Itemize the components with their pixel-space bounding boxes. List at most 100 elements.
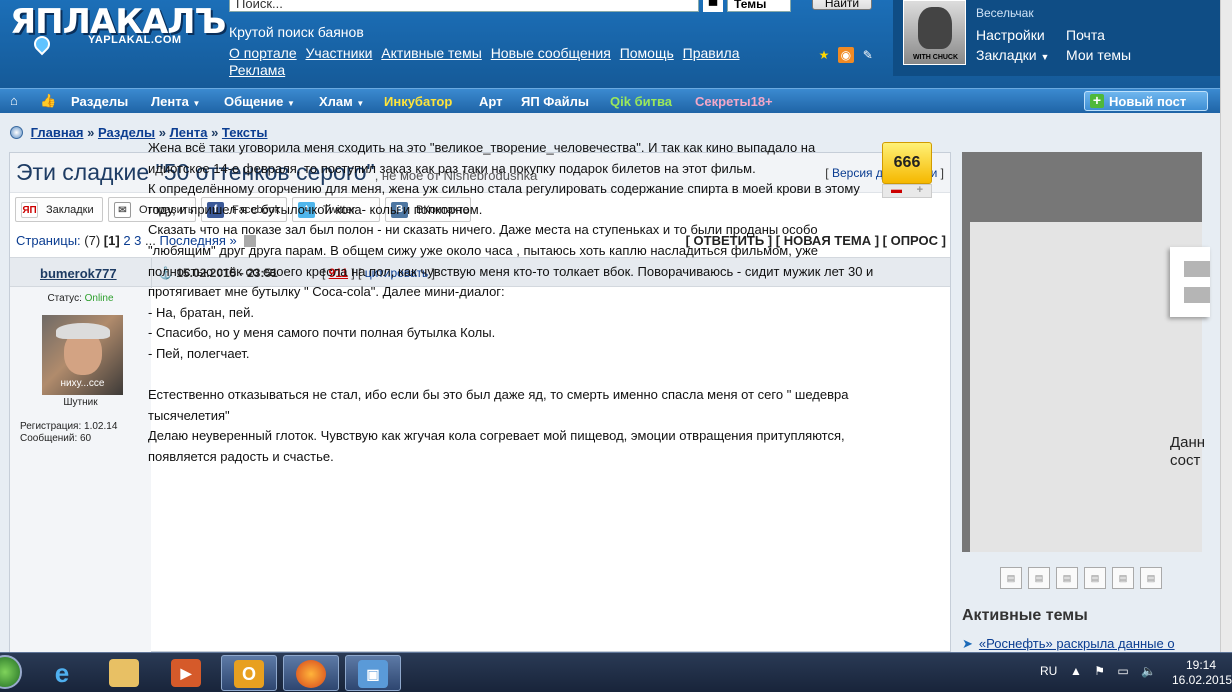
post-paragraph: Сказать что на показе зал был полон - ни… xyxy=(148,222,877,300)
link-active-topics[interactable]: Активные темы xyxy=(381,45,482,61)
folder-icon xyxy=(109,659,139,687)
new-post-button[interactable]: + Новый пост xyxy=(1084,91,1208,111)
link-about[interactable]: О портале xyxy=(229,45,297,61)
nav-communication[interactable]: Общение ▼ xyxy=(224,94,295,109)
user-avatar[interactable]: WITH CHUCK xyxy=(903,0,966,65)
search-scope-select[interactable]: Темы xyxy=(727,0,791,12)
page-current: [1] xyxy=(103,233,120,248)
image-icon[interactable]: ▤ xyxy=(1140,567,1162,589)
mail-link[interactable]: Почта xyxy=(1066,27,1105,43)
header: ЯПЛАКАЛЪ YAPLAKAL.COM Поиск... ◼ Темы На… xyxy=(0,0,1232,88)
crumb-home[interactable]: Главная xyxy=(31,125,84,140)
ad-card xyxy=(1170,247,1210,317)
page-2-link[interactable]: 2 xyxy=(123,233,130,248)
caret-down-icon: ▼ xyxy=(356,99,365,108)
link-rules[interactable]: Правила xyxy=(683,45,740,61)
link-members[interactable]: Участники xyxy=(306,45,373,61)
rating-plus-button[interactable]: + xyxy=(917,184,923,196)
nav-incubator[interactable]: Инкубатор xyxy=(384,94,452,109)
tagline: Крутой поиск баянов xyxy=(229,24,364,40)
my-topics-link[interactable]: Мои темы xyxy=(1066,47,1131,63)
ad-banner[interactable]: Данн сост xyxy=(962,152,1210,552)
search-button[interactable]: Найти xyxy=(812,0,872,10)
image-icon[interactable]: ▤ xyxy=(1028,567,1050,589)
firefox-icon xyxy=(296,660,326,688)
network-tray-icon[interactable]: ▭ xyxy=(1117,664,1128,678)
flag-icon[interactable]: ⚑ xyxy=(1094,664,1105,678)
settings-link[interactable]: Настройки xyxy=(976,27,1045,43)
caret-down-icon: ▼ xyxy=(1040,52,1050,62)
author-status: Статус: Online xyxy=(47,293,114,304)
caret-down-icon: ▼ xyxy=(192,99,201,108)
site-logo[interactable]: ЯПЛАКАЛЪ YAPLAKAL.COM xyxy=(10,2,226,56)
caret-down-icon: ▼ xyxy=(287,99,295,108)
pages-label[interactable]: Страницы: xyxy=(16,233,81,248)
post-rating: 666 ▬ + xyxy=(882,142,932,199)
share-bookmarks-button[interactable]: ЯП Закладки xyxy=(15,197,103,222)
nav-secrets[interactable]: Секреты18+ xyxy=(695,94,773,109)
link-new-messages[interactable]: Новые сообщения xyxy=(491,45,611,61)
post-paragraph xyxy=(148,365,878,386)
nav-sections[interactable]: Разделы xyxy=(71,94,128,109)
keyboard-language[interactable]: RU xyxy=(1040,664,1057,678)
link-ads[interactable]: Реклама xyxy=(229,62,285,78)
image-icon[interactable]: ▤ xyxy=(1000,567,1022,589)
post-paragraph: - На, братан, пей. xyxy=(148,304,254,320)
start-button[interactable] xyxy=(0,655,22,689)
like-icon[interactable]: 👍 xyxy=(40,93,56,109)
taskbar-explorer[interactable] xyxy=(97,655,153,691)
clock[interactable]: 19:14 16.02.2015 xyxy=(1172,658,1232,688)
post-paragraph: - Пей, полегчает. xyxy=(148,345,250,361)
pencil-icon[interactable]: ✎ xyxy=(860,47,876,63)
play-icon: ▶ xyxy=(171,659,201,687)
crumb-sections[interactable]: Разделы xyxy=(98,125,155,140)
user-panel: WITH CHUCK Весельчак Настройки Почта Зак… xyxy=(893,0,1232,76)
nav-qik[interactable]: Qik битва xyxy=(610,94,672,109)
volume-icon[interactable]: 🔈 xyxy=(1141,664,1156,678)
rss-icon[interactable]: ◉ xyxy=(837,47,854,63)
nav-art[interactable]: Арт xyxy=(479,94,503,109)
rating-value: 666 xyxy=(882,142,932,184)
taskbar-outlook[interactable]: O xyxy=(221,655,277,691)
post-paragraph: Жена всё таки уговорила меня сходить на … xyxy=(148,140,819,176)
taskbar-firefox[interactable] xyxy=(283,655,339,691)
taskbar-media[interactable]: ▶ xyxy=(159,655,215,691)
taskbar-network[interactable]: ▣ xyxy=(345,655,401,691)
author-rank: Шутник xyxy=(63,397,98,408)
image-icon[interactable]: ▤ xyxy=(1084,567,1106,589)
star-icon[interactable]: ★ xyxy=(816,47,832,63)
nav-feed[interactable]: Лента ▼ xyxy=(151,94,200,109)
page-3-link[interactable]: 3 xyxy=(134,233,141,248)
clock-time: 19:14 xyxy=(1185,658,1217,672)
bookmarks-label: Закладки xyxy=(976,47,1037,63)
ad-text: Данн сост xyxy=(1170,434,1206,469)
camera-icon[interactable]: ◼ xyxy=(703,0,723,12)
tray-arrow-icon[interactable]: ▲ xyxy=(1070,664,1082,678)
image-icon[interactable]: ▤ xyxy=(1112,567,1134,589)
author-avatar-caption: ниху...ссе xyxy=(60,378,105,389)
author-stats: Регистрация: 1.02.14 Сообщений: 60 xyxy=(20,421,117,445)
image-icon[interactable]: ▤ xyxy=(1056,567,1078,589)
taskbar-ie[interactable]: e xyxy=(35,655,91,691)
link-help[interactable]: Помощь xyxy=(620,45,674,61)
globe-icon xyxy=(10,126,23,139)
page-scrollbar[interactable] xyxy=(1220,0,1232,652)
home-icon[interactable]: ⌂ xyxy=(10,93,18,108)
author-avatar[interactable]: ниху...ссе xyxy=(42,315,123,395)
envelope-icon: ✉ xyxy=(114,202,131,218)
nav-files[interactable]: ЯП Файлы xyxy=(521,94,589,109)
nav-junk[interactable]: Хлам ▼ xyxy=(319,94,364,109)
post-paragraph: - Спасибо, но у меня самого почти полная… xyxy=(148,325,496,341)
new-post-label: Новый пост xyxy=(1109,94,1187,109)
bookmarks-menu[interactable]: Закладки ▼ xyxy=(976,47,1049,63)
ie-icon: e xyxy=(54,658,70,688)
search-input[interactable]: Поиск... xyxy=(229,0,699,12)
post-author[interactable]: bumerok777 xyxy=(40,266,117,281)
mail-app-icon: O xyxy=(234,660,264,688)
active-topic-link[interactable]: ➤ «Роснефть» раскрыла данные о xyxy=(962,636,1175,652)
top-links: О портале Участники Активные темы Новые … xyxy=(229,45,789,79)
author-registration: Регистрация: 1.02.14 xyxy=(20,421,118,432)
author-messages: Сообщений: 60 xyxy=(20,433,92,444)
rating-minus-button[interactable]: ▬ xyxy=(891,184,902,196)
avatar-caption: WITH CHUCK xyxy=(912,54,959,61)
